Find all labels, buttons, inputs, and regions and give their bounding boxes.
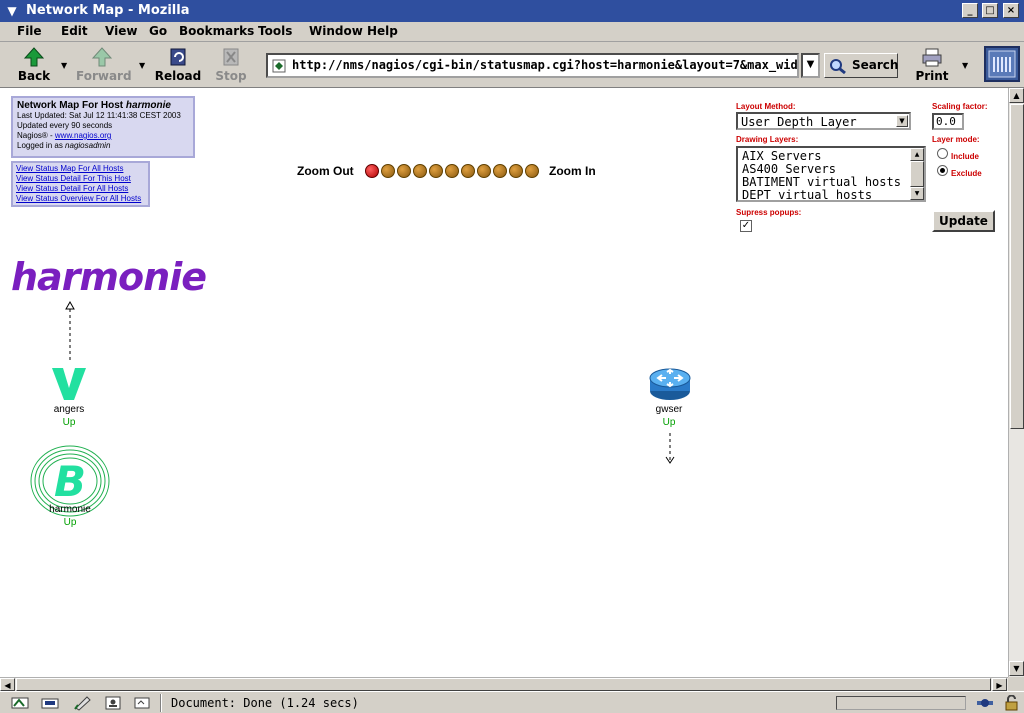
stop-label: Stop — [215, 69, 247, 83]
scroll-down-icon[interactable]: ▼ — [1009, 661, 1024, 676]
node-status-gwser: Up — [662, 417, 676, 428]
menu-window[interactable]: Window — [309, 24, 363, 38]
print-button[interactable]: Print — [906, 47, 958, 85]
url-input[interactable]: http://nms/nagios/cgi-bin/statusmap.cgi?… — [292, 58, 797, 72]
address-book-icon[interactable] — [103, 695, 123, 711]
scroll-left-icon[interactable]: ◀ — [0, 678, 15, 691]
reload-icon — [170, 48, 186, 66]
svg-text:B: B — [54, 457, 86, 506]
scroll-up-icon[interactable]: ▲ — [1009, 88, 1024, 103]
back-label: Back — [17, 69, 51, 83]
throbber-logo[interactable] — [984, 46, 1020, 82]
reload-button[interactable]: Reload — [152, 47, 204, 85]
status-text: Document: Done (1.24 secs) — [171, 696, 359, 710]
vmware-v-icon[interactable] — [50, 366, 88, 402]
vertical-scroll-thumb[interactable] — [1010, 104, 1024, 429]
close-icon[interactable]: × — [1003, 3, 1019, 18]
page-icon — [272, 59, 286, 73]
menu-view[interactable]: View — [105, 24, 137, 38]
scroll-right-icon[interactable]: ▶ — [992, 678, 1007, 691]
menu-go[interactable]: Go — [149, 24, 167, 38]
minimize-icon[interactable]: _ — [962, 3, 978, 18]
title-bar: ▼ Network Map - Mozilla _ □ × — [0, 0, 1024, 22]
vertical-scrollbar[interactable]: ▲ ▼ — [1008, 88, 1024, 677]
node-label-gwser[interactable]: gwser — [644, 404, 694, 415]
search-icon — [830, 59, 846, 74]
scrollbar-corner — [1008, 677, 1024, 691]
navigator-icon[interactable] — [10, 695, 30, 711]
printer-icon — [922, 48, 942, 67]
page-content: Network Map For Host harmonie Last Updat… — [0, 88, 1008, 677]
back-arrow-icon — [23, 47, 45, 67]
reload-label: Reload — [154, 69, 202, 83]
back-button[interactable]: Back — [8, 47, 60, 85]
horizontal-scroll-thumb[interactable] — [16, 678, 991, 691]
window-menu-icon[interactable]: ▼ — [4, 3, 20, 19]
maximize-icon[interactable]: □ — [982, 3, 998, 18]
menu-file[interactable]: File — [17, 24, 42, 38]
forward-button[interactable]: Forward — [76, 47, 132, 85]
window-title: Network Map - Mozilla — [26, 3, 190, 18]
map-links — [65, 300, 675, 464]
menu-bookmarks[interactable]: Bookmarks — [179, 24, 254, 38]
url-bar[interactable]: http://nms/nagios/cgi-bin/statusmap.cgi?… — [266, 53, 799, 78]
composer-icon[interactable] — [73, 695, 93, 711]
search-button[interactable]: Search — [824, 53, 898, 78]
back-dropdown-icon[interactable]: ▼ — [61, 61, 71, 70]
stop-icon — [223, 48, 239, 66]
forward-arrow-icon — [91, 47, 113, 67]
menu-edit[interactable]: Edit — [61, 24, 88, 38]
stop-button[interactable]: Stop — [205, 47, 257, 85]
node-label-angers[interactable]: angers — [44, 404, 94, 415]
node-status-angers: Up — [62, 417, 76, 428]
forward-dropdown-icon[interactable]: ▼ — [139, 61, 149, 70]
forward-label: Forward — [76, 69, 132, 83]
progress-bar — [836, 696, 966, 710]
router-icon[interactable] — [649, 364, 691, 402]
security-lock-icon[interactable] — [1002, 695, 1022, 711]
online-status-icon[interactable] — [975, 695, 995, 711]
menu-bar: File Edit View Go Bookmarks Tools Window… — [0, 22, 1024, 42]
url-history-dropdown-icon[interactable]: ▼ — [801, 53, 820, 78]
node-label-harmonie[interactable]: harmonie — [40, 504, 100, 515]
node-status-harmonie: Up — [63, 517, 77, 528]
menu-tools[interactable]: Tools — [258, 24, 292, 38]
chat-icon[interactable] — [132, 695, 152, 711]
mozilla-logo-icon — [988, 50, 1016, 78]
search-label: Search — [852, 58, 899, 72]
status-bar: Document: Done (1.24 secs) — [0, 691, 1024, 713]
print-label: Print — [915, 69, 949, 83]
horizontal-scrollbar[interactable]: ◀ ▶ — [0, 677, 1008, 691]
menu-help[interactable]: Help — [367, 24, 398, 38]
mail-icon[interactable] — [40, 695, 60, 711]
status-separator — [160, 694, 162, 712]
print-dropdown-icon[interactable]: ▼ — [962, 61, 972, 70]
